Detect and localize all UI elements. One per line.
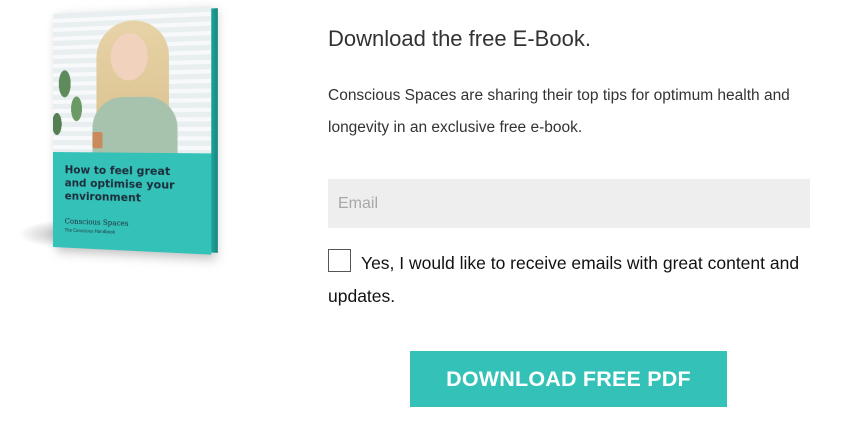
plant-graphic <box>53 52 91 154</box>
cover-title: How to feel great and optimise your envi… <box>64 164 175 205</box>
form-description: Conscious Spaces are sharing their top t… <box>328 87 790 136</box>
woman-shirt-graphic <box>92 96 178 154</box>
ebook-book: How to feel great and optimise your envi… <box>53 6 218 255</box>
consent-label: Yes, I would like to receive emails with… <box>328 253 800 306</box>
cover-title-panel: How to feel great and optimise your envi… <box>53 152 212 255</box>
book-spine <box>211 8 218 253</box>
cover-photo <box>53 6 212 154</box>
download-pdf-button[interactable]: DOWNLOAD FREE PDF <box>410 351 727 407</box>
ebook-cover-image: How to feel great and optimise your envi… <box>18 6 218 255</box>
email-input[interactable] <box>328 179 810 228</box>
cup-graphic <box>92 132 103 149</box>
form-heading: Download the free E-Book. <box>328 26 591 51</box>
